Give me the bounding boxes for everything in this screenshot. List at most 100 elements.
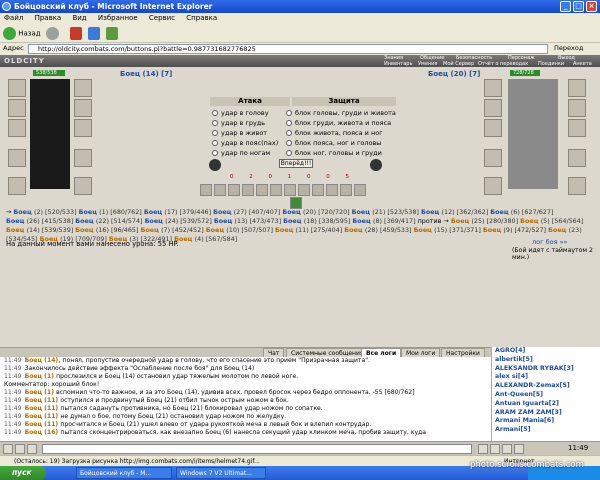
fighter-name[interactable]: Боец xyxy=(282,208,303,216)
home-icon[interactable] xyxy=(106,27,118,40)
task-button[interactable]: Бойцовский клуб - M... xyxy=(76,467,172,479)
stop-icon[interactable] xyxy=(70,27,82,40)
menu-favorites[interactable]: Избранное xyxy=(98,14,138,22)
online-user-name[interactable]: Armani[5] xyxy=(495,426,531,433)
gloves-slot-icon[interactable] xyxy=(74,119,92,137)
attack-option[interactable]: удар в живот xyxy=(212,128,267,138)
chat-log[interactable]: 11:49 Боец (14), понял, пропустив очередн… xyxy=(0,357,491,441)
clear-icon[interactable] xyxy=(15,444,25,454)
defense-option[interactable]: блок головы, груди и живота xyxy=(286,108,396,118)
fighter-name[interactable]: Боец xyxy=(490,208,511,216)
ring-slot-icon[interactable] xyxy=(74,99,92,117)
fighter-name[interactable]: Боец xyxy=(344,226,365,234)
address-input[interactable]: http://oldcity.combats.com/buttons.pl?ba… xyxy=(28,44,548,54)
menu-tools[interactable]: Сервис xyxy=(149,14,175,22)
fighter-name[interactable]: Боец xyxy=(75,217,96,225)
attack-option[interactable]: удар в пояс(пах) xyxy=(212,138,278,148)
fighter-name[interactable]: Боец xyxy=(144,208,165,216)
online-user[interactable]: AGRO[4] xyxy=(495,347,600,356)
close-button[interactable]: × xyxy=(586,1,597,12)
shield-slot-icon[interactable] xyxy=(568,149,586,167)
belt-slot-icon[interactable] xyxy=(8,177,26,195)
attack-option[interactable]: удар по ногам xyxy=(212,148,270,158)
message-author[interactable]: Боец (1) xyxy=(25,373,57,380)
weapon-slot-icon[interactable] xyxy=(8,119,26,137)
attack-option[interactable]: удар в грудь xyxy=(212,118,265,128)
technique-icon[interactable] xyxy=(228,184,240,196)
menu-edit[interactable]: Правка xyxy=(35,14,62,22)
battle-log-link[interactable]: лог боя »» xyxy=(532,238,568,246)
fighter-name[interactable]: Боец xyxy=(141,226,162,234)
chat-input[interactable] xyxy=(42,444,472,454)
amulet-slot-icon[interactable] xyxy=(484,99,502,117)
fighter-name[interactable]: Боец xyxy=(145,217,166,225)
fighter-name[interactable]: Боец xyxy=(6,226,27,234)
fighter-name[interactable]: Боец xyxy=(352,217,373,225)
message-author[interactable]: Боец (1) xyxy=(25,389,57,396)
online-user-name[interactable]: ALEKSANDR RYBAK[3] xyxy=(495,365,574,372)
armor-slot-icon[interactable] xyxy=(8,149,26,167)
fighter-name[interactable]: Боец xyxy=(6,217,27,225)
online-user[interactable]: Armani[5] xyxy=(495,426,600,435)
fighter-name[interactable]: Боец xyxy=(79,208,100,216)
message-author[interactable]: Боец (11) xyxy=(25,397,61,404)
online-user[interactable]: ALEKSANDR RYBAK[3] xyxy=(495,365,600,374)
fighter-name[interactable]: Боец xyxy=(548,226,569,234)
online-user[interactable]: albertik[5] xyxy=(495,356,600,365)
left-fighter-name[interactable]: Боец (14) [7] xyxy=(120,70,172,78)
online-user-name[interactable]: ARAM ZAM ZAM[3] xyxy=(495,409,562,416)
right-fighter-name[interactable]: Боец (20) [7] xyxy=(428,70,480,78)
technique-icon[interactable] xyxy=(340,184,352,196)
task-button[interactable]: Windows 7 V2 Ultimat... xyxy=(176,467,266,479)
technique-icon[interactable] xyxy=(326,184,338,196)
technique-icon[interactable] xyxy=(200,184,212,196)
fighter-name[interactable]: Боец xyxy=(352,208,373,216)
ring-slot-icon[interactable] xyxy=(568,99,586,117)
earring-slot-icon[interactable] xyxy=(74,79,92,97)
helmet-slot-icon[interactable] xyxy=(484,79,502,97)
fighter-name[interactable]: Боец xyxy=(213,208,234,216)
defense-option[interactable]: блок ног, головы и груди xyxy=(286,148,382,158)
fighter-name[interactable]: Боец xyxy=(13,208,34,216)
online-user-name[interactable]: Antuan Iguarta[2] xyxy=(495,400,559,407)
technique-icon[interactable] xyxy=(354,184,366,196)
menu-file[interactable]: Файл xyxy=(4,14,23,22)
message-author[interactable]: Боец (16) xyxy=(25,429,61,436)
fighter-name[interactable]: Боец xyxy=(414,226,435,234)
online-list[interactable]: AGRO[4] albertik[5] ALEKSANDR RYBAK[3] alex… xyxy=(491,347,600,441)
online-user[interactable]: alex si[4] xyxy=(495,373,600,382)
technique-icon[interactable] xyxy=(256,184,268,196)
technique-icon[interactable] xyxy=(214,184,226,196)
online-user-name[interactable]: Armani Mania[6] xyxy=(495,417,554,424)
fighter-name[interactable]: Боец xyxy=(214,217,235,225)
online-user-name[interactable]: albertik[5] xyxy=(495,356,533,363)
attack-option[interactable]: удар в голову xyxy=(212,108,269,118)
boots-slot-icon[interactable] xyxy=(74,177,92,195)
back-button[interactable]: Назад xyxy=(3,27,41,40)
message-author[interactable]: Боец (11) xyxy=(25,413,61,420)
menu-help[interactable]: Справка xyxy=(186,14,217,22)
start-button[interactable]: пуск xyxy=(0,466,46,480)
technique-icon[interactable] xyxy=(312,184,324,196)
go-button[interactable]: Переход xyxy=(554,44,583,52)
minimize-button[interactable]: _ xyxy=(560,1,571,12)
defense-option[interactable]: блок живота, пояса и ног xyxy=(286,128,383,138)
smile-icon[interactable] xyxy=(3,444,13,454)
boots-slot-icon[interactable] xyxy=(568,177,586,195)
belt-slot-icon[interactable] xyxy=(484,177,502,195)
gloves-slot-icon[interactable] xyxy=(568,119,586,137)
online-user-name[interactable]: AGRO[4] xyxy=(495,347,525,354)
fighter-name[interactable]: Боец xyxy=(275,226,296,234)
defense-option[interactable]: блок груди, живота и пояса xyxy=(286,118,391,128)
armor-slot-icon[interactable] xyxy=(484,149,502,167)
online-user-name[interactable]: alex si[4] xyxy=(495,373,528,380)
amulet-slot-icon[interactable] xyxy=(8,99,26,117)
maximize-button[interactable]: □ xyxy=(573,1,584,12)
technique-icon[interactable] xyxy=(270,184,282,196)
refresh-icon[interactable] xyxy=(88,27,100,40)
online-user[interactable]: Antuan Iguarta[2] xyxy=(495,400,600,409)
online-user-name[interactable]: ALEXANDR-Zemax[5] xyxy=(495,382,570,389)
message-author[interactable]: Боец (11) xyxy=(25,405,61,412)
technique-icon[interactable] xyxy=(298,184,310,196)
filter-icon[interactable] xyxy=(27,444,37,454)
